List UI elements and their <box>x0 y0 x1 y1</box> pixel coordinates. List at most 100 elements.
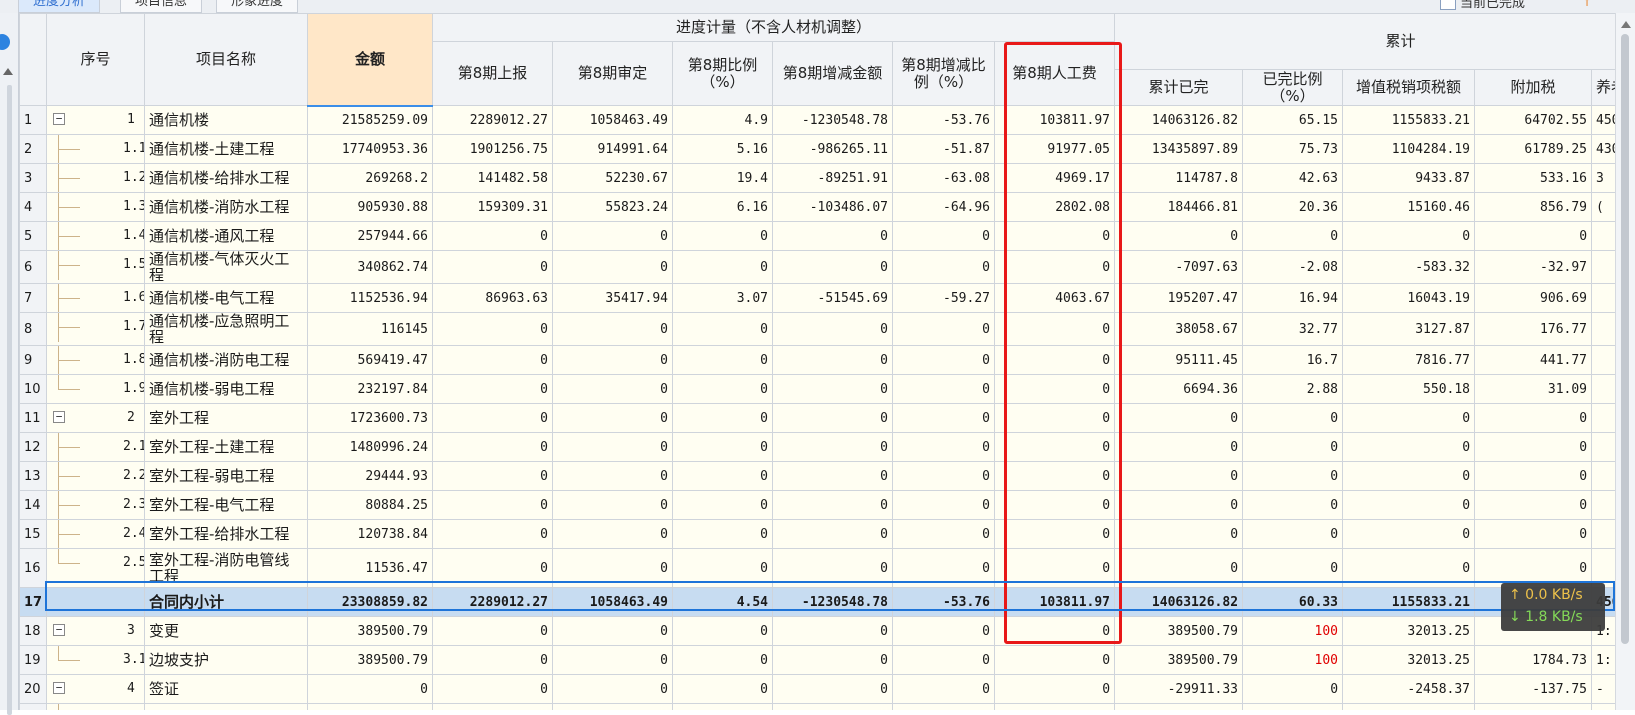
pension-cell[interactable] <box>1591 312 1615 346</box>
vat-output-cell[interactable]: 1155833.21 <box>1342 587 1476 617</box>
amount-cell[interactable]: 0 <box>307 703 433 710</box>
p8-change-amount-cell[interactable]: -986265.11 <box>772 134 893 164</box>
pension-cell[interactable]: ( <box>1591 192 1615 222</box>
amount-cell[interactable]: 905930.88 <box>307 192 433 222</box>
surtax-cell[interactable]: 0 <box>1474 490 1593 520</box>
surtax-cell[interactable]: 0 <box>1474 221 1593 251</box>
pension-cell[interactable]: 1: <box>1591 645 1615 675</box>
p8-approved-cell[interactable]: 0 <box>552 250 673 284</box>
p8-report-cell[interactable]: 0 <box>432 312 553 346</box>
cum-done-cell[interactable]: 6694.36 <box>1114 374 1244 404</box>
p8-report-cell[interactable]: 86963.63 <box>432 283 553 313</box>
vat-output-cell[interactable]: 9433.87 <box>1342 163 1476 193</box>
cum-done-cell[interactable]: 14063126.82 <box>1114 587 1244 617</box>
p8-report-cell[interactable]: 0 <box>432 461 553 491</box>
vat-output-cell[interactable]: 0 <box>1342 490 1476 520</box>
p8-report-cell[interactable]: 159309.31 <box>432 192 553 222</box>
vat-output-cell[interactable]: 3127.87 <box>1342 312 1476 346</box>
p8-ratio-cell[interactable]: 0 <box>672 645 773 675</box>
item-name-cell[interactable]: 通信机楼-土建工程 <box>144 134 308 164</box>
p8-change-ratio-cell[interactable]: 0 <box>892 374 995 404</box>
surtax-cell[interactable]: -137.75 <box>1474 703 1593 710</box>
p8-change-ratio-cell[interactable]: 0 <box>892 403 995 433</box>
item-name-cell[interactable]: 变更 <box>144 616 308 646</box>
cum-done-cell[interactable]: 0 <box>1114 221 1244 251</box>
table-row[interactable]: 214.1平衡安装系统调试0000000-29911.330-2458.37-1… <box>19 703 1615 710</box>
p8-labor-cell[interactable]: 0 <box>993 461 1116 491</box>
p8-report-cell[interactable]: 0 <box>432 645 553 675</box>
p8-report-cell[interactable]: 0 <box>432 490 553 520</box>
amount-cell[interactable]: 1480996.24 <box>307 432 433 462</box>
cum-done-cell[interactable]: -29911.33 <box>1114 674 1244 704</box>
p8-approved-cell[interactable]: 0 <box>552 221 673 251</box>
vat-output-cell[interactable]: 32013.25 <box>1342 645 1476 675</box>
done-ratio-cell[interactable]: 0 <box>1242 432 1344 462</box>
amount-cell[interactable]: 232197.84 <box>307 374 433 404</box>
p8-labor-cell[interactable]: 0 <box>993 374 1116 404</box>
item-name-cell[interactable]: 通信机楼-应急照明工程 <box>144 312 308 346</box>
p8-ratio-cell[interactable]: 4.9 <box>672 105 773 135</box>
p8-report-cell[interactable]: 0 <box>432 345 553 375</box>
cum-done-cell[interactable]: -29911.33 <box>1114 703 1244 710</box>
surtax-cell[interactable]: 533.16 <box>1474 163 1593 193</box>
done-ratio-cell[interactable]: 16.7 <box>1242 345 1344 375</box>
table-row[interactable]: 8 1.7 通信机楼-应急照明工程 116145 0 0 0 0 0 0 38058.67 32.77… <box>19 312 1615 346</box>
table-row[interactable]: 7 1.6 通信机楼-电气工程 1152536.94 86963.63 35417.94 3… <box>19 283 1615 313</box>
p8-labor-cell[interactable]: 91977.05 <box>993 134 1116 164</box>
item-name-cell[interactable]: 平衡安装系统调试 <box>144 703 308 710</box>
pension-cell[interactable] <box>1591 519 1615 549</box>
cum-done-cell[interactable]: 389500.79 <box>1114 645 1244 675</box>
amount-cell[interactable]: 23308859.82 <box>307 587 433 617</box>
pension-cell[interactable] <box>1591 221 1615 251</box>
p8-ratio-cell[interactable]: 0 <box>672 490 773 520</box>
p8-approved-cell[interactable]: 0 <box>552 490 673 520</box>
table-row[interactable]: 9 1.8 通信机楼-消防电工程 569419.47 0 0 0 0 0 0 95111.45 16.… <box>19 345 1615 375</box>
vat-output-cell[interactable]: 0 <box>1342 221 1476 251</box>
p8-labor-cell[interactable]: 4969.17 <box>993 163 1116 193</box>
p8-change-ratio-cell[interactable]: 0 <box>892 674 995 704</box>
cum-done-cell[interactable]: 389500.79 <box>1114 616 1244 646</box>
p8-ratio-cell[interactable]: 0 <box>672 548 773 588</box>
p8-report-cell[interactable]: 0 <box>432 374 553 404</box>
done-ratio-cell[interactable]: 60.33 <box>1242 587 1344 617</box>
p8-ratio-cell[interactable]: 0 <box>672 674 773 704</box>
cum-done-cell[interactable]: 14063126.82 <box>1114 105 1244 135</box>
p8-report-cell[interactable]: 2289012.27 <box>432 105 553 135</box>
surtax-cell[interactable]: 0 <box>1474 403 1593 433</box>
amount-cell[interactable]: 120738.84 <box>307 519 433 549</box>
p8-labor-cell[interactable]: 0 <box>993 312 1116 346</box>
p8-change-ratio-cell[interactable]: -51.87 <box>892 134 995 164</box>
pension-cell[interactable]: 3 <box>1591 163 1615 193</box>
p8-change-ratio-cell[interactable]: -53.76 <box>892 105 995 135</box>
p8-report-cell[interactable]: 0 <box>432 674 553 704</box>
p8-change-ratio-cell[interactable]: 0 <box>892 221 995 251</box>
surtax-cell[interactable]: 0 <box>1474 548 1593 588</box>
collapse-toggle-icon[interactable]: − <box>53 411 65 423</box>
p8-ratio-cell[interactable]: 0 <box>672 312 773 346</box>
done-ratio-cell[interactable]: 42.63 <box>1242 163 1344 193</box>
amount-cell[interactable]: 0 <box>307 674 433 704</box>
p8-approved-cell[interactable]: 0 <box>552 645 673 675</box>
done-ratio-cell[interactable]: 20.36 <box>1242 192 1344 222</box>
p8-labor-cell[interactable]: 0 <box>993 490 1116 520</box>
p8-approved-cell[interactable]: 914991.64 <box>552 134 673 164</box>
p8-change-ratio-cell[interactable]: 0 <box>892 519 995 549</box>
done-ratio-cell[interactable]: 0 <box>1242 519 1344 549</box>
table-row[interactable]: 6 1.5 通信机楼-气体灭火工程 340862.74 0 0 0 0 0 0 -7097.63 -2… <box>19 250 1615 284</box>
p8-approved-cell[interactable]: 0 <box>552 374 673 404</box>
scroll-up-arrow-icon[interactable] <box>3 68 13 75</box>
done-ratio-cell[interactable]: 0 <box>1242 221 1344 251</box>
item-name-cell[interactable]: 通信机楼 <box>144 105 308 135</box>
item-name-cell[interactable]: 通信机楼-给排水工程 <box>144 163 308 193</box>
p8-change-amount-cell[interactable]: 0 <box>772 703 893 710</box>
item-name-cell[interactable]: 室外工程-土建工程 <box>144 432 308 462</box>
done-ratio-cell[interactable]: 16.94 <box>1242 283 1344 313</box>
side-toggle-icon[interactable] <box>0 34 10 50</box>
col-cum-done-header[interactable]: 累计已完 <box>1114 69 1244 106</box>
done-ratio-cell[interactable]: 0 <box>1242 403 1344 433</box>
p8-change-amount-cell[interactable]: -89251.91 <box>772 163 893 193</box>
surtax-cell[interactable]: 176.77 <box>1474 312 1593 346</box>
surtax-cell[interactable]: 906.69 <box>1474 283 1593 313</box>
tab-visual-progress[interactable]: 形象进度 <box>216 0 299 13</box>
p8-report-cell[interactable]: 0 <box>432 548 553 588</box>
